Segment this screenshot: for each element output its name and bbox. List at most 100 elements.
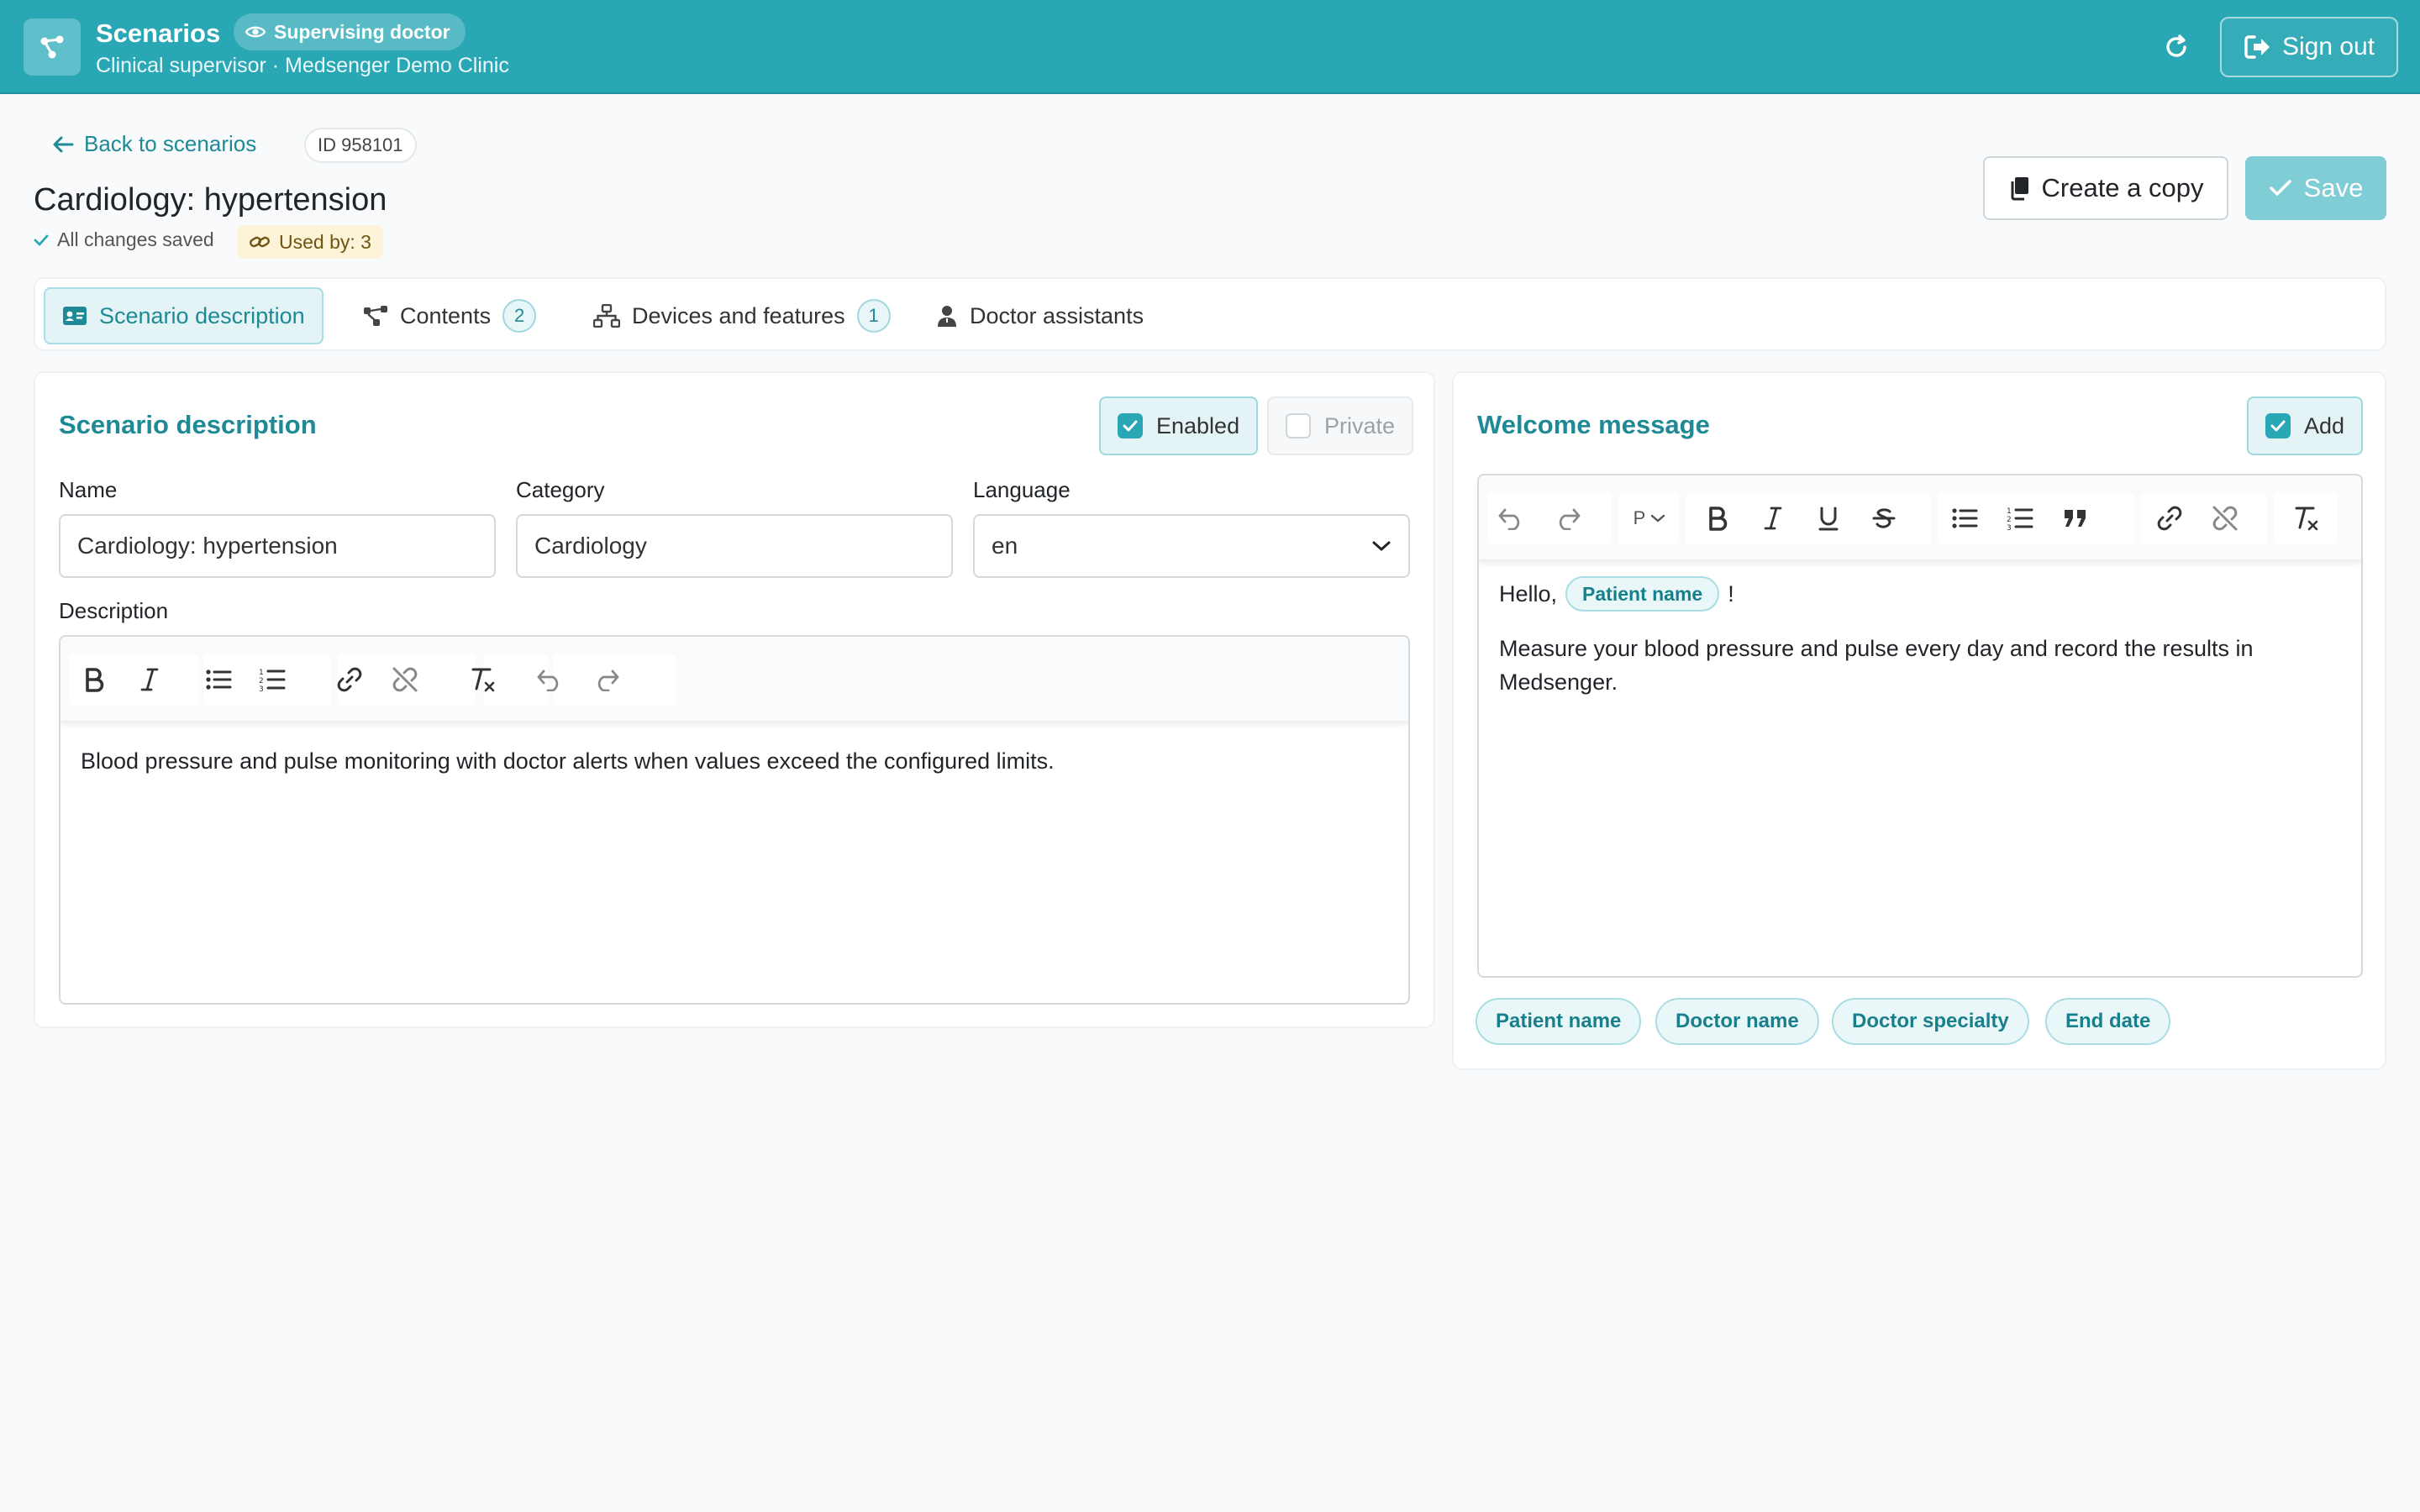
app-logo-icon[interactable] (24, 18, 81, 76)
back-to-scenarios-link[interactable]: Back to scenarios (52, 131, 256, 157)
used-by-badge[interactable]: Used by: 3 (237, 225, 383, 259)
welcome-greeting: Hello, Patient name ! (1499, 576, 1734, 612)
checkbox-unchecked-icon (1286, 413, 1311, 438)
svg-text:3: 3 (259, 685, 264, 692)
undo-icon[interactable] (528, 659, 571, 701)
tab-doctor-assistants[interactable]: Doctor assistants (919, 287, 1160, 344)
sign-out-button[interactable]: Sign out (2220, 17, 2398, 77)
saved-status-label: All changes saved (57, 228, 214, 250)
greeting-prefix: Hello, (1499, 581, 1558, 606)
refresh-icon[interactable] (2156, 27, 2196, 67)
clear-format-icon[interactable] (460, 659, 504, 701)
saved-status: All changes saved (34, 228, 214, 251)
italic-icon[interactable] (128, 659, 171, 701)
clear-format-icon[interactable] (2284, 497, 2328, 539)
unlink-icon[interactable] (2203, 497, 2247, 539)
redo-icon[interactable] (585, 659, 629, 701)
description-editor[interactable]: 123 Blood pressure and pulse monitoring … (59, 635, 1410, 1005)
bullet-list-icon[interactable] (197, 659, 240, 701)
app-title: Scenarios (96, 18, 221, 48)
check-icon (34, 234, 49, 247)
copy-icon (2008, 176, 2030, 201)
underline-icon[interactable] (1807, 497, 1850, 539)
italic-icon[interactable] (1751, 497, 1795, 539)
undo-icon[interactable] (1489, 497, 1533, 539)
check-icon (2269, 178, 2292, 198)
name-input[interactable]: Cardiology: hypertension (59, 514, 496, 578)
welcome-editor[interactable]: P 123 Hello, Patient name ! Measure your… (1477, 474, 2363, 978)
blockquote-icon[interactable] (2054, 497, 2097, 539)
user-doctor-icon (936, 304, 958, 328)
card-title: Scenario description (59, 410, 317, 439)
insert-patient-name-chip[interactable]: Patient name (1476, 998, 1642, 1045)
sign-out-icon (2244, 34, 2272, 60)
user-subtitle: Clinical supervisor · Medsenger Demo Cli… (96, 54, 509, 77)
tab-devices-and-features[interactable]: Devices and features 1 (576, 287, 908, 344)
page-title: Cardiology: hypertension (34, 182, 387, 218)
role-badge: Supervising doctor (234, 13, 466, 50)
top-bar: Scenarios Supervising doctor Clinical su… (0, 0, 2420, 94)
link-icon[interactable] (328, 659, 371, 701)
role-badge-label: Supervising doctor (274, 20, 450, 43)
tab-bar: Scenario description Contents 2 Devices … (34, 277, 2386, 351)
description-text: Blood pressure and pulse monitoring with… (81, 748, 1055, 774)
sign-out-label: Sign out (2281, 33, 2375, 60)
tab-count-badge: 2 (502, 299, 537, 333)
save-label: Save (2303, 173, 2364, 202)
svg-text:2: 2 (259, 677, 264, 685)
eye-icon (245, 24, 266, 39)
tab-label: Contents (400, 302, 492, 328)
enabled-label: Enabled (1156, 412, 1240, 438)
description-label: Description (59, 598, 169, 623)
scenario-id-badge: ID 958101 (304, 128, 417, 163)
link-icon (249, 234, 271, 250)
insert-doctor-specialty-chip[interactable]: Doctor specialty (1832, 998, 2029, 1045)
svg-text:1: 1 (2007, 507, 2012, 516)
strikethrough-icon[interactable] (1862, 497, 1906, 539)
tab-scenario-description[interactable]: Scenario description (44, 287, 324, 344)
bullet-list-icon[interactable] (1943, 497, 1986, 539)
tab-label: Doctor assistants (970, 302, 1144, 328)
paragraph-format-select[interactable]: P (1623, 497, 1676, 539)
greeting-suffix: ! (1728, 581, 1734, 606)
welcome-message-card: Welcome message Add P 123 Hello, Patient… (1452, 371, 2386, 1070)
nodes-icon (363, 305, 388, 327)
add-label: Add (2304, 412, 2345, 438)
bold-icon[interactable] (72, 659, 116, 701)
back-label: Back to scenarios (84, 131, 257, 156)
patient-name-token[interactable]: Patient name (1565, 576, 1720, 612)
chevron-down-icon (1371, 539, 1392, 553)
language-label: Language (973, 477, 1071, 502)
private-toggle[interactable]: Private (1267, 396, 1414, 455)
category-input[interactable]: Cardiology (516, 514, 953, 578)
language-select[interactable]: en (973, 514, 1410, 578)
format-label: P (1633, 507, 1646, 528)
tab-contents[interactable]: Contents 2 (346, 287, 553, 344)
insert-end-date-chip[interactable]: End date (2045, 998, 2171, 1045)
redo-icon[interactable] (1546, 497, 1590, 539)
sitemap-icon (593, 304, 620, 328)
editor-toolbar: 123 (60, 637, 1408, 722)
welcome-body-text: Measure your blood pressure and pulse ev… (1499, 636, 2254, 695)
save-button[interactable]: Save (2245, 156, 2386, 220)
category-label: Category (516, 477, 605, 502)
create-copy-button[interactable]: Create a copy (1983, 156, 2228, 220)
language-value: en (992, 533, 1018, 559)
tab-label: Devices and features (632, 302, 845, 328)
svg-text:3: 3 (2007, 524, 2012, 531)
bold-icon[interactable] (1696, 497, 1739, 539)
checkbox-checked-icon (1118, 413, 1143, 438)
numbered-list-icon[interactable]: 123 (1998, 497, 2042, 539)
checkbox-checked-icon (2265, 413, 2291, 438)
numbered-list-icon[interactable]: 123 (250, 659, 294, 701)
card-title: Welcome message (1477, 410, 1710, 439)
private-label: Private (1324, 412, 1396, 438)
tab-count-badge: 1 (856, 299, 891, 333)
unlink-icon[interactable] (383, 659, 427, 701)
enabled-toggle[interactable]: Enabled (1099, 396, 1259, 455)
id-card-icon (62, 306, 87, 326)
add-welcome-toggle[interactable]: Add (2247, 396, 2364, 455)
insert-doctor-name-chip[interactable]: Doctor name (1655, 998, 1819, 1045)
link-icon[interactable] (2148, 497, 2191, 539)
arrow-left-icon (52, 135, 74, 154)
